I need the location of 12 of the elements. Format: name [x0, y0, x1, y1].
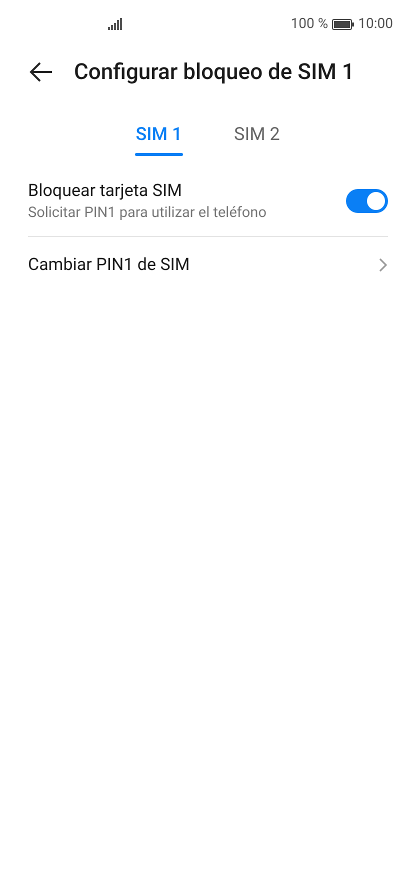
clock: 10:00: [358, 16, 393, 32]
setting-title: Bloquear tarjeta SIM: [28, 181, 183, 201]
signal-icon: [108, 18, 122, 30]
sim-tab[interactable]: SIM 1: [135, 124, 183, 158]
setting-title: Cambiar PIN1 de SIM: [28, 255, 191, 275]
battery-percentage: 100 %: [290, 16, 328, 32]
sim-tab[interactable]: SIM 2: [233, 124, 281, 158]
page-title: Configurar bloqueo de SIM 1: [74, 60, 354, 84]
toggle-switch[interactable]: [346, 189, 388, 213]
chevron-right-icon: [378, 257, 388, 273]
battery-icon: [332, 18, 354, 30]
setting-description: Solicitar PIN1 para utilizar el teléfono: [28, 204, 268, 221]
